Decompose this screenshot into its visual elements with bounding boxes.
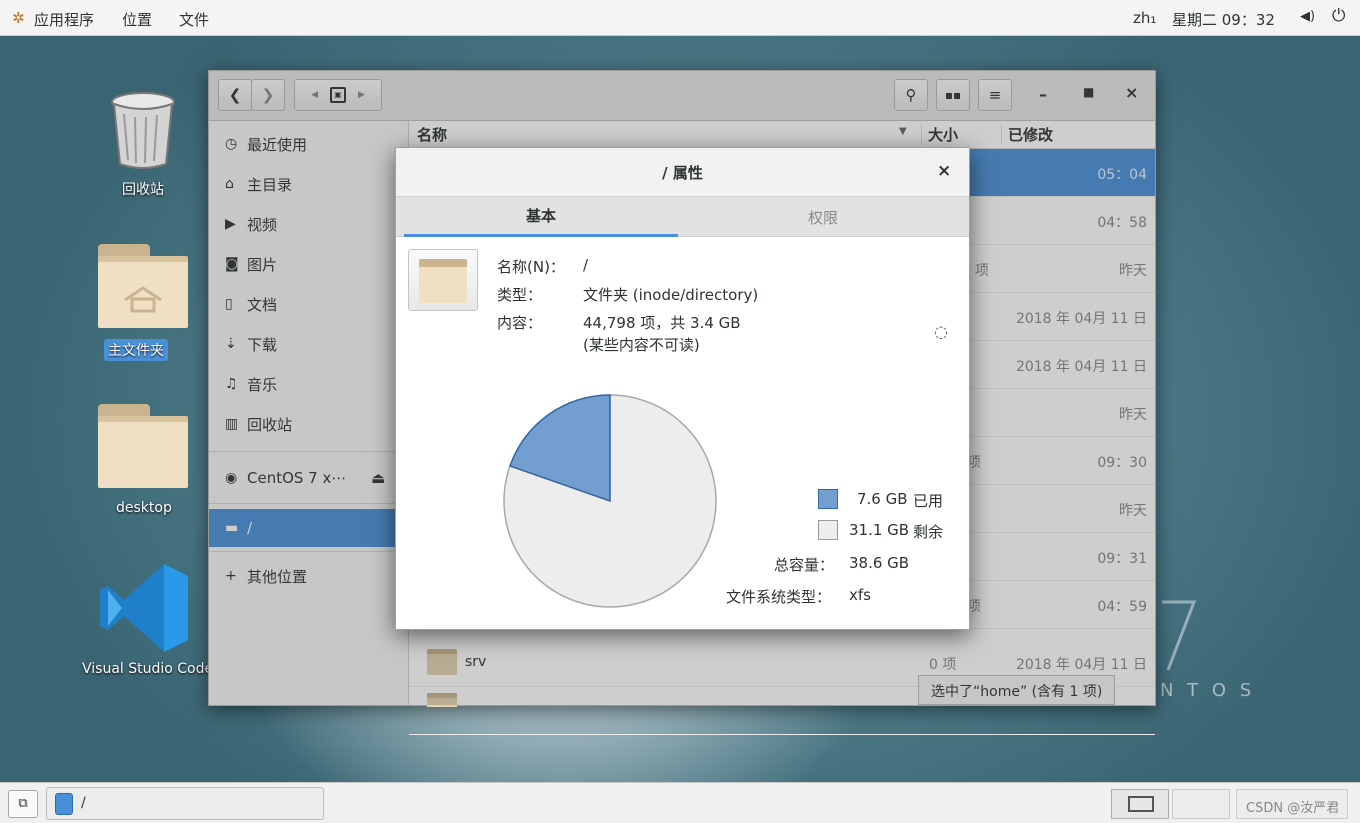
show-desktop-icon: ⧉	[18, 796, 28, 811]
contents-label: 内容：	[497, 314, 543, 332]
folder-icon	[419, 259, 467, 303]
dialog-title: / 属性	[662, 164, 703, 182]
vscode-icon	[100, 564, 188, 652]
dialog-tabs: 基本 权限	[396, 197, 969, 237]
taskbar-window-title: /	[81, 795, 86, 811]
home-folder-icon	[98, 244, 188, 328]
name-label: 名称(N)：	[497, 258, 565, 276]
total-value: 38.6 GB	[849, 554, 910, 572]
dialog-header: / 属性 ×	[396, 148, 969, 197]
centos-watermark: N T O S	[1160, 680, 1256, 701]
tab-basic[interactable]: 基本	[404, 197, 678, 237]
type-label: 类型：	[497, 286, 543, 304]
desktop-trash-label: 回收站	[122, 182, 164, 198]
applications-menu[interactable]: 应用程序	[34, 9, 94, 30]
type-value: 文件夹 (inode/directory)	[583, 286, 759, 304]
taskbar-window-button[interactable]: /	[46, 787, 324, 820]
properties-dialog: / 属性 × 基本 权限 名称(N)： / 类型： 文件夹 (inode/dir…	[395, 147, 970, 630]
folder-icon	[98, 404, 188, 488]
files-app-icon	[55, 793, 73, 815]
desktop-home-folder[interactable]: 主文件夹	[78, 244, 208, 362]
tab-permissions[interactable]: 权限	[686, 197, 960, 237]
bottom-taskbar: ⧉ / CSDN @汝严君	[0, 782, 1360, 823]
places-menu[interactable]: 位置	[122, 9, 152, 30]
dialog-close-button[interactable]: ×	[937, 161, 951, 181]
contents-note: (某些内容不可读)	[583, 336, 700, 354]
desktop-trash[interactable]: 回收站	[78, 90, 208, 206]
used-value: 7.6 GB	[857, 490, 908, 508]
used-label: 已用	[913, 492, 944, 510]
power-icon[interactable]: ⏻	[1332, 6, 1345, 26]
centos-seven-mark	[1162, 600, 1197, 671]
free-label: 剩余	[913, 523, 944, 541]
workspace-window-icon	[1128, 796, 1154, 812]
contents-value: 44,798 项，共 3.4 GB	[583, 314, 741, 332]
show-desktop-button[interactable]: ⧉	[8, 790, 38, 818]
desktop-vscode[interactable]: Visual Studio Code	[78, 560, 213, 680]
trash-icon	[111, 92, 175, 169]
apps-icon: ✲	[12, 9, 25, 27]
filesystem-label: 文件系统类型：	[726, 588, 832, 606]
workspace-2[interactable]	[1172, 789, 1230, 819]
free-swatch	[818, 520, 838, 540]
used-swatch	[818, 489, 838, 509]
filesystem-value: xfs	[849, 586, 871, 604]
watermark: CSDN @汝严君	[1236, 789, 1348, 819]
folder-icon-button[interactable]	[408, 249, 478, 311]
desktop-home-label: 主文件夹	[104, 339, 168, 361]
name-value[interactable]: /	[583, 256, 588, 274]
top-bar: ✲ 应用程序 位置 文件 zh₁ 星期二 09：32 ◀) ⏻	[0, 0, 1360, 36]
desktop-vscode-label: Visual Studio Code	[82, 661, 214, 677]
clock[interactable]: 星期二 09：32	[1172, 9, 1275, 30]
volume-icon[interactable]: ◀)	[1300, 9, 1315, 24]
desktop-folder-label: desktop	[116, 500, 172, 516]
total-label: 总容量：	[774, 556, 835, 574]
free-value: 31.1 GB	[849, 521, 910, 539]
files-menu[interactable]: 文件	[179, 9, 209, 30]
usage-pie-chart	[503, 394, 717, 608]
input-method-indicator[interactable]: zh₁	[1133, 9, 1156, 27]
desktop-desktop-folder[interactable]: desktop	[78, 404, 208, 520]
workspace-1[interactable]	[1111, 789, 1169, 819]
spinner-icon: ◌	[934, 322, 948, 341]
